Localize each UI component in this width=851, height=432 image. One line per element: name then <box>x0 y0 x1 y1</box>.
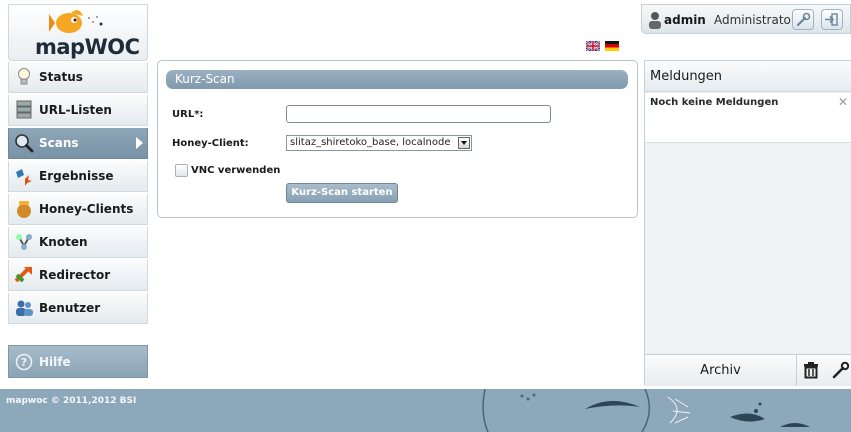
trash-button[interactable] <box>801 360 823 382</box>
sidebar-item-label: Status <box>39 70 83 84</box>
url-input[interactable] <box>286 105 551 123</box>
messages-title: Meldungen <box>645 61 851 92</box>
honey-pot-icon <box>13 198 35 220</box>
help-label: Hilfe <box>39 354 71 369</box>
active-arrow-icon <box>136 137 143 149</box>
footer-decoration-icon <box>482 389 810 432</box>
flag-de-icon[interactable] <box>605 41 619 51</box>
sidebar-item-benutzer[interactable]: Benutzer <box>8 293 148 324</box>
sidebar-item-label: Benutzer <box>39 301 101 315</box>
url-label: URL*: <box>172 109 204 120</box>
quick-scan-panel: Kurz-Scan URL*: Honey-Client: slitaz_shi… <box>157 60 638 218</box>
logo-text: mapWOC <box>35 35 140 59</box>
fish-logo-icon <box>49 10 103 33</box>
messages-panel: Meldungen Noch keine Meldungen ✕ Archiv <box>644 60 851 386</box>
chevron-down-icon <box>458 137 470 149</box>
honey-client-select[interactable]: slitaz_shiretoko_base, localnode <box>286 135 472 151</box>
flag-uk-icon[interactable] <box>586 41 600 51</box>
sidebar-item-label: Scans <box>39 136 79 150</box>
svg-text:?: ? <box>21 356 27 369</box>
sidebar-item-url-listen[interactable]: URL-Listen <box>8 95 148 126</box>
sidebar-item-label: Redirector <box>39 268 111 282</box>
start-scan-button[interactable]: Kurz-Scan starten <box>286 183 398 203</box>
message-text: Noch keine Meldungen <box>650 97 779 108</box>
results-icon <box>13 165 35 187</box>
logo[interactable]: mapWOC <box>8 4 148 61</box>
sidebar-item-ergebnisse[interactable]: Ergebnisse <box>8 161 148 192</box>
sidebar-item-scans[interactable]: Scans <box>8 128 148 159</box>
close-icon[interactable]: ✕ <box>838 95 848 109</box>
user-panel: admin Administrator <box>641 4 851 34</box>
honey-client-value: slitaz_shiretoko_base, localnode <box>290 137 451 148</box>
footer-text: mapwoc © 2011,2012 BSI <box>6 396 137 406</box>
nodes-icon <box>13 231 35 253</box>
panel-title: Kurz-Scan <box>166 70 628 89</box>
settings-button[interactable] <box>792 9 814 30</box>
wrench-icon <box>832 361 850 379</box>
messages-footer: Archiv <box>645 354 851 386</box>
sidebar-item-knoten[interactable]: Knoten <box>8 227 148 258</box>
sidebar-item-label: URL-Listen <box>39 103 112 117</box>
lightbulb-icon <box>13 66 35 88</box>
footer: mapwoc © 2011,2012 BSI <box>0 389 851 432</box>
archive-button[interactable]: Archiv <box>645 355 797 386</box>
sidebar-item-label: Honey-Clients <box>39 202 134 216</box>
app-window: mapWOC admin Administrator Status URL-Li… <box>0 0 851 432</box>
redirect-icon <box>13 264 35 286</box>
logout-icon <box>825 13 838 26</box>
vnc-checkbox[interactable] <box>175 164 188 177</box>
sidebar-item-label: Knoten <box>39 235 88 249</box>
user-icon <box>649 12 661 29</box>
logout-button[interactable] <box>821 9 843 30</box>
vnc-label: VNC verwenden <box>191 165 281 176</box>
wrench-icon <box>796 12 811 27</box>
honey-client-label: Honey-Client: <box>172 138 249 149</box>
sidebar-item-label: Ergebnisse <box>39 169 114 183</box>
sidebar-item-honey-clients[interactable]: Honey-Clients <box>8 194 148 225</box>
user-role: Administrator <box>714 13 796 27</box>
message-settings-button[interactable] <box>831 360 851 382</box>
list-item: Noch keine Meldungen ✕ <box>645 93 851 143</box>
server-icon <box>13 99 35 121</box>
magnifier-icon <box>13 132 35 154</box>
help-icon: ? <box>15 353 33 370</box>
help-button[interactable]: ? Hilfe <box>8 345 148 378</box>
trash-icon <box>804 362 818 379</box>
user-name: admin <box>664 13 706 27</box>
sidebar-item-redirector[interactable]: Redirector <box>8 260 148 291</box>
users-icon <box>13 297 35 319</box>
sidebar-item-status[interactable]: Status <box>8 62 148 93</box>
